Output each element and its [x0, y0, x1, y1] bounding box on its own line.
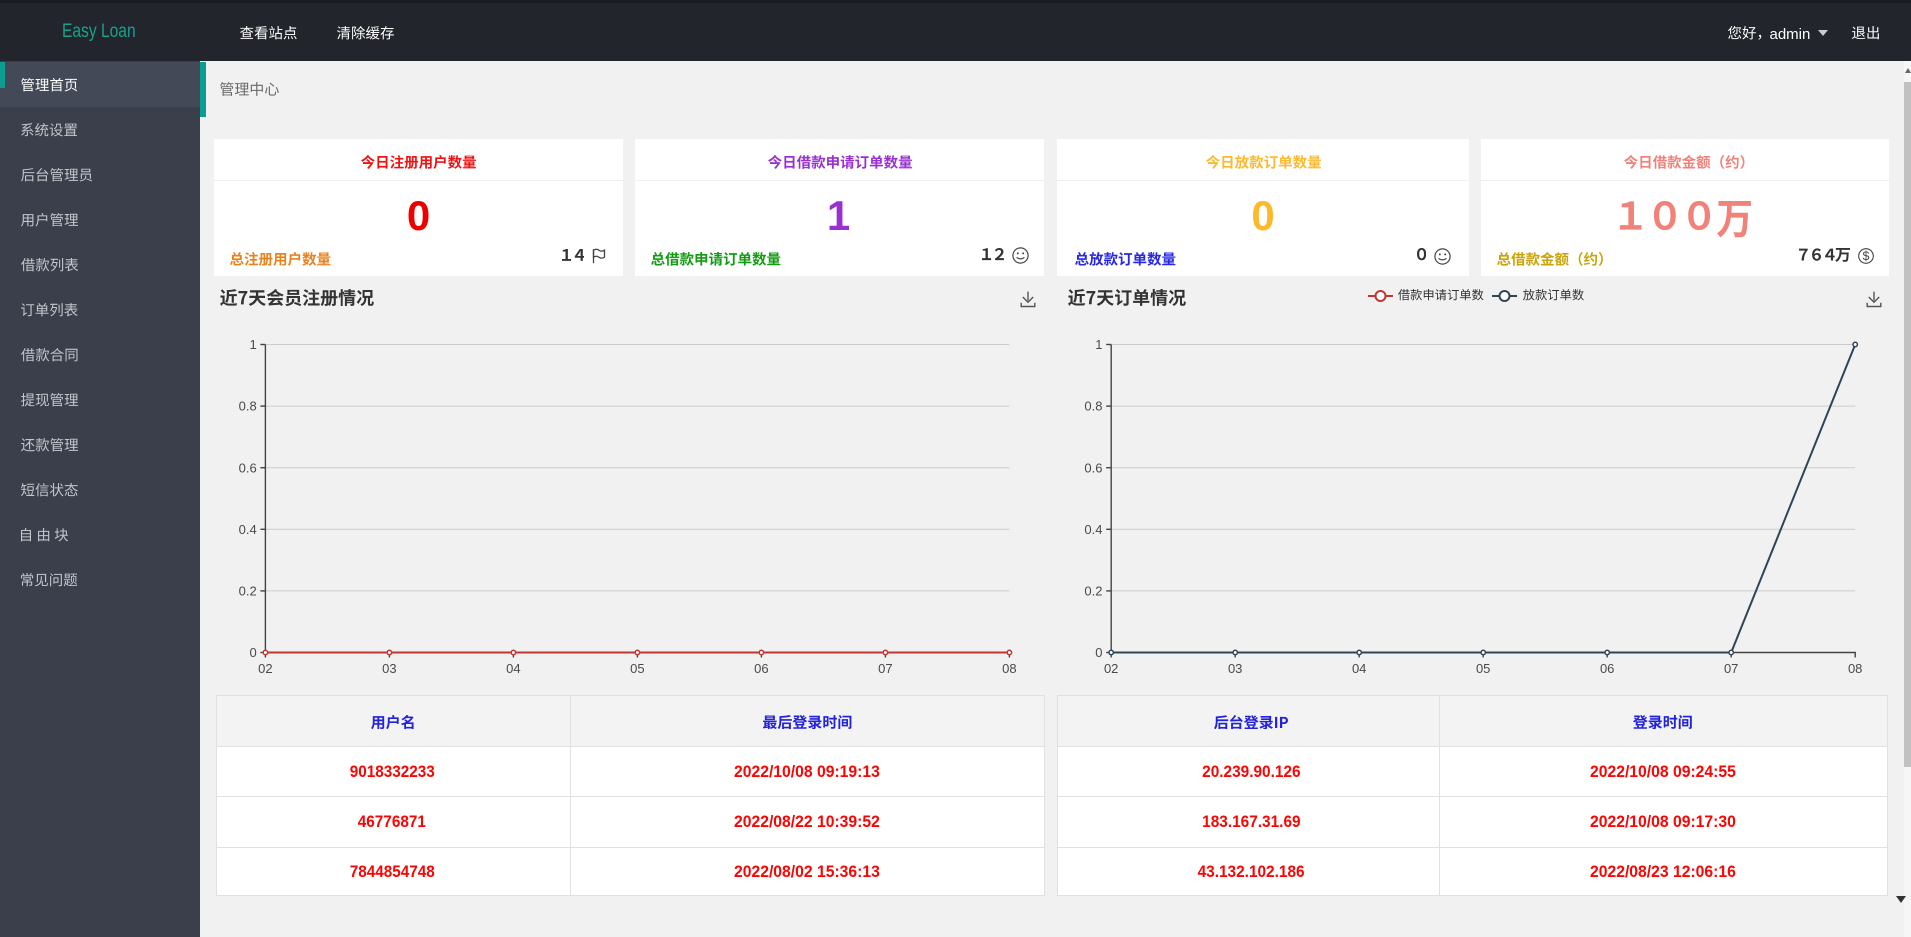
svg-text:0.4: 0.4 — [239, 522, 257, 537]
svg-text:08: 08 — [1002, 661, 1016, 676]
svg-text:03: 03 — [1228, 661, 1242, 676]
svg-text:0: 0 — [249, 645, 256, 660]
svg-text:07: 07 — [878, 661, 892, 676]
svg-text:06: 06 — [1600, 661, 1614, 676]
svg-text:1: 1 — [1095, 337, 1102, 352]
svg-text:0.4: 0.4 — [1084, 522, 1102, 537]
svg-text:06: 06 — [754, 661, 768, 676]
svg-text:07: 07 — [1724, 661, 1738, 676]
svg-text:02: 02 — [258, 661, 272, 676]
svg-text:02: 02 — [1104, 661, 1118, 676]
svg-text:0.6: 0.6 — [1084, 460, 1102, 475]
svg-text:0: 0 — [1095, 645, 1102, 660]
svg-text:04: 04 — [506, 661, 520, 676]
svg-text:0.8: 0.8 — [239, 399, 257, 414]
svg-text:0.6: 0.6 — [239, 460, 257, 475]
svg-text:04: 04 — [1352, 661, 1366, 676]
svg-text:08: 08 — [1848, 661, 1862, 676]
svg-text:1: 1 — [249, 337, 256, 352]
svg-text:0.2: 0.2 — [239, 584, 257, 599]
svg-text:03: 03 — [382, 661, 396, 676]
svg-text:05: 05 — [1476, 661, 1490, 676]
svg-text:0.2: 0.2 — [1084, 584, 1102, 599]
svg-text:05: 05 — [630, 661, 644, 676]
svg-text:0.8: 0.8 — [1084, 399, 1102, 414]
